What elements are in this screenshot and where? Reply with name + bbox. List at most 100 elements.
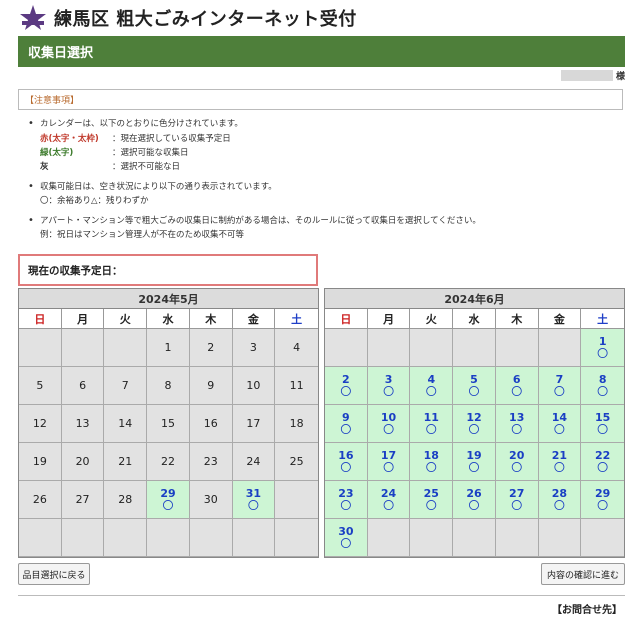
weekday-header: 火 — [104, 309, 148, 329]
calendar-day-empty — [410, 519, 454, 557]
legend-desc-red: ：現在選択している収集予定日 — [112, 134, 231, 144]
day-number: 25 — [289, 454, 304, 468]
day-number: 23 — [338, 486, 354, 500]
weekday-header: 金 — [538, 309, 582, 329]
calendar-day-empty — [19, 329, 62, 367]
calendar-day-unavailable: 8 — [147, 367, 190, 405]
day-number: 16 — [338, 448, 354, 462]
calendar-day-available[interactable]: 29 〇 — [147, 481, 190, 519]
calendar-day-unavailable: 15 — [147, 405, 190, 443]
calendar-day-available[interactable]: 19 〇 — [453, 443, 496, 481]
calendar-day-available[interactable]: 29 〇 — [581, 481, 624, 519]
calendar-day-available[interactable]: 1〇 — [581, 329, 624, 367]
user-honorific: 様 — [615, 71, 625, 82]
calendar-day-available[interactable]: 13 〇 — [495, 405, 539, 443]
calendar-day-available[interactable]: 18 〇 — [410, 443, 454, 481]
calendar-day-available[interactable]: 2〇 — [325, 367, 368, 405]
calendar-day-unavailable: 22 — [147, 443, 190, 481]
calendar-day-unavailable: 18 — [275, 405, 318, 443]
calendar-day-available[interactable]: 14 〇 — [538, 405, 582, 443]
calendar-day-available[interactable]: 7〇 — [538, 367, 582, 405]
calendar-day-available[interactable]: 4〇 — [410, 367, 454, 405]
calendar-day-available[interactable]: 27 〇 — [495, 481, 539, 519]
calendar-day-unavailable: 1 — [147, 329, 190, 367]
availability-mark: 〇 — [425, 384, 437, 398]
calendar-day-available[interactable]: 16 〇 — [325, 443, 368, 481]
legend-row-gray: 灰 ：選択不可能な日 — [40, 160, 618, 174]
availability-mark: 〇 — [340, 536, 352, 550]
calendar-day-empty — [19, 519, 62, 557]
calendar-day-empty — [367, 519, 411, 557]
notice-text: 収集可能日は、空き状況により以下の通り表示されています。 — [40, 182, 277, 192]
calendar-day-available[interactable]: 15 〇 — [581, 405, 624, 443]
day-number: 2 — [342, 372, 350, 386]
day-number: 18 — [423, 448, 439, 462]
calendar-day-available[interactable]: 8〇 — [581, 367, 624, 405]
availability-mark: 〇 — [425, 498, 437, 512]
calendar-day-available[interactable]: 9〇 — [325, 405, 368, 443]
calendar-day-unavailable: 27 — [61, 481, 105, 519]
day-number: 7 — [121, 378, 129, 392]
day-number: 1 — [598, 334, 607, 348]
calendar-day-unavailable: 11 — [275, 367, 318, 405]
calendar-day-unavailable: 26 — [19, 481, 62, 519]
calendar-day-empty — [495, 329, 539, 367]
calendar-day-available[interactable]: 31 〇 — [232, 481, 276, 519]
proceed-to-confirmation-button[interactable]: 内容の確認に進む — [541, 563, 625, 585]
calendar-day-available[interactable]: 25 〇 — [410, 481, 454, 519]
calendar-day-empty — [325, 329, 368, 367]
calendar-day-available[interactable]: 30 〇 — [325, 519, 368, 557]
notice-item-availability: • 収集可能日は、空き状況により以下の通り表示されています。 〇：余裕あり△：残… — [28, 180, 618, 208]
calendar-day-unavailable: 13 — [61, 405, 105, 443]
day-number: 9 — [342, 410, 350, 424]
calendar-day-available[interactable]: 6〇 — [495, 367, 539, 405]
availability-mark: 〇 — [511, 422, 523, 436]
calendar-grid: 日月火水木金土 1 2 3 4 5 6 7 8 9 10 11 12 13 14 15 16 17 18 19 20 21… — [19, 309, 318, 557]
calendar-day-available[interactable]: 21 〇 — [538, 443, 582, 481]
day-number: 8 — [598, 372, 607, 386]
day-number: 8 — [164, 378, 172, 392]
calendar-day-available[interactable]: 12 〇 — [453, 405, 496, 443]
day-number: 29 — [594, 486, 611, 500]
weekday-header: 金 — [232, 309, 276, 329]
calendar-day-empty — [275, 519, 318, 557]
calendar-day-available[interactable]: 28 〇 — [538, 481, 582, 519]
availability-mark: 〇 — [383, 460, 395, 474]
bullet-icon: • — [28, 118, 34, 129]
calendar-day-available[interactable]: 3〇 — [367, 367, 411, 405]
calendar-day-available[interactable]: 24 〇 — [367, 481, 411, 519]
color-legend: 赤(太字・太枠) ：現在選択している収集予定日 緑(太字) ：選択可能な収集日 … — [40, 132, 618, 174]
calendar-day-unavailable: 5 — [19, 367, 62, 405]
calendar-day-unavailable: 17 — [232, 405, 276, 443]
legend-key-red: 赤(太字・太枠) — [40, 134, 99, 144]
calendar-day-empty — [104, 519, 148, 557]
calendar-day-available[interactable]: 5〇 — [453, 367, 496, 405]
calendar-day-available[interactable]: 22 〇 — [581, 443, 624, 481]
back-to-item-selection-button[interactable]: 品目選択に戻る — [18, 563, 90, 585]
calendar-day-empty — [61, 329, 105, 367]
calendar-day-available[interactable]: 11 〇 — [410, 405, 454, 443]
availability-mark: 〇 — [553, 422, 565, 436]
calendar-day-available[interactable]: 23 〇 — [325, 481, 368, 519]
calendar-day-available[interactable]: 10 〇 — [367, 405, 411, 443]
day-number: 12 — [32, 416, 47, 430]
calendar-day-available[interactable]: 20 〇 — [495, 443, 539, 481]
day-number: 27 — [75, 492, 90, 506]
day-number: 30 — [203, 492, 218, 506]
day-number: 14 — [551, 410, 568, 424]
calendar-day-available[interactable]: 26 〇 — [453, 481, 496, 519]
availability-mark: 〇 — [597, 422, 609, 436]
day-number: 9 — [207, 378, 215, 392]
availability-mark: 〇 — [597, 384, 609, 398]
availability-mark: 〇 — [383, 384, 395, 398]
calendar-day-empty — [538, 519, 582, 557]
contact-heading: 【お問合せ先】 — [552, 605, 622, 616]
day-number: 26 — [466, 486, 482, 500]
calendar-day-available[interactable]: 17 〇 — [367, 443, 411, 481]
day-number: 24 — [380, 486, 397, 500]
user-name-masked — [560, 69, 613, 81]
availability-mark: 〇 — [340, 384, 352, 398]
day-number: 5 — [36, 378, 44, 392]
day-number: 12 — [466, 410, 482, 424]
notice-list: • カレンダーは、以下のとおりに色分けされています。 赤(太字・太枠) ：現在選… — [28, 117, 618, 248]
